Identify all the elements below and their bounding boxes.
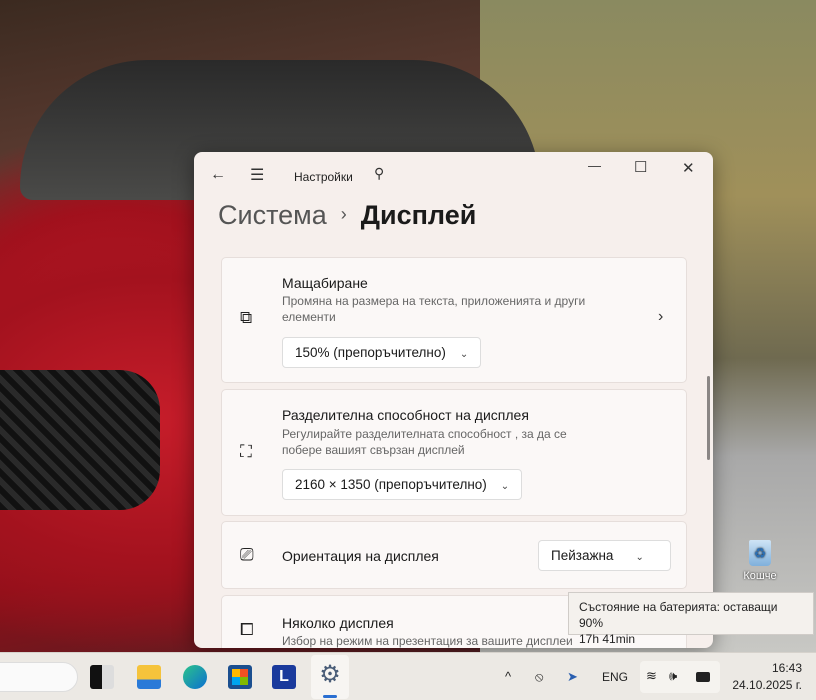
page-title: Дисплей (360, 200, 477, 230)
orientation-title: Ориентация на дисплея (282, 548, 439, 564)
breadcrumb-system[interactable]: Система (218, 200, 327, 230)
app-title: Настройки (294, 170, 353, 184)
multiple-displays-icon: ⧠ (240, 620, 254, 639)
tooltip-line1: Състояние на батерията: оставащи 90% (579, 600, 778, 630)
clock-time: 16:43 (771, 661, 802, 675)
settings-taskbar-button[interactable]: ⚙ (311, 655, 349, 699)
back-icon[interactable]: ← (210, 166, 226, 184)
show-hidden-icons-chevron-icon[interactable]: ^ (505, 669, 511, 684)
orientation-value: Пейзажна (551, 548, 614, 563)
scrollbar[interactable] (707, 376, 710, 460)
breadcrumb: Система › Дисплей (218, 200, 476, 231)
recycle-bin-shortcut[interactable]: ♻ Кошче (738, 540, 782, 582)
resolution-title: Разделителна способност на дисплея (282, 407, 529, 423)
maximize-button[interactable]: ☐ (634, 158, 647, 176)
scaling-dropdown[interactable]: 150% (препоръчително) ⌄ (282, 337, 482, 368)
close-button[interactable]: ✕ (682, 159, 695, 177)
recycle-bin-label: Кошче (743, 570, 777, 582)
language-indicator[interactable]: ENG (602, 670, 628, 684)
clock-date: 24.10.2025 г. (732, 678, 802, 692)
scaling-value: 150% (препоръчително) (295, 345, 446, 360)
edge-icon[interactable] (183, 665, 207, 689)
resolution-card: ⛶ Разделителна способност на дисплея Рег… (221, 389, 687, 516)
scaling-title: Мащабиране (282, 275, 368, 291)
task-view-icon[interactable] (90, 665, 114, 689)
settings-window: ← ☰ Настройки ⚲ — ☐ ✕ Система › Дисплей ⧉ … (194, 152, 713, 648)
menu-icon[interactable]: ☰ (250, 165, 264, 185)
tooltip-line2: 17h 41min (579, 632, 636, 646)
gear-icon: ⚙ (319, 661, 341, 688)
search-icon[interactable]: ⚲ (374, 165, 384, 182)
quick-settings-button[interactable]: ≋ 🕪 (640, 661, 720, 693)
store-icon[interactable] (228, 665, 252, 689)
wallpaper-grille (0, 370, 160, 510)
resolution-value: 2160 × 1350 (препоръчително) (295, 477, 487, 492)
chevron-down-icon: ⌄ (635, 552, 644, 563)
minimize-button[interactable]: — (588, 158, 601, 173)
volume-icon: 🕪 (669, 668, 678, 683)
scale-icon: ⧉ (240, 308, 253, 327)
title-bar: ← ☰ Настройки ⚲ — ☐ ✕ (194, 152, 713, 196)
chevron-right-icon[interactable]: › (658, 308, 663, 326)
battery-tooltip: Състояние на батерията: оставащи 90% 17h… (568, 592, 814, 646)
battery-icon (696, 672, 710, 682)
orientation-icon: ⎚ (240, 545, 254, 564)
multiple-displays-title: Няколко дисплея (282, 615, 394, 631)
scaling-card[interactable]: ⧉ Мащабиране Промяна на размера на текст… (221, 257, 687, 383)
location-icon[interactable]: ➤ (567, 669, 578, 685)
l-app-icon[interactable]: L (272, 665, 296, 689)
active-indicator (323, 695, 337, 698)
resolution-icon: ⛶ (240, 442, 252, 461)
wifi-icon: ≋ (646, 668, 657, 683)
taskbar-search-box[interactable] (0, 662, 78, 692)
taskbar: L ⚙ ^ ⦸ ➤ ENG ≋ 🕪 16:43 24.10.2025 г. (0, 652, 816, 700)
scaling-desc: Промяна на размера на текста, приложения… (282, 294, 586, 324)
resolution-desc: Регулирайте разделителната способност , … (282, 427, 567, 457)
resolution-dropdown[interactable]: 2160 × 1350 (препоръчително) ⌄ (282, 469, 523, 500)
orientation-dropdown[interactable]: Пейзажна ⌄ (538, 540, 671, 571)
notifications-off-icon[interactable]: ⦸ (535, 669, 543, 685)
clock[interactable]: 16:43 24.10.2025 г. (732, 660, 802, 694)
chevron-down-icon: ⌄ (500, 481, 510, 492)
breadcrumb-separator: › (340, 204, 347, 224)
file-explorer-icon[interactable] (137, 665, 161, 689)
orientation-card: ⎚ Ориентация на дисплея Пейзажна ⌄ (221, 521, 687, 589)
chevron-down-icon: ⌄ (459, 349, 469, 360)
recycle-bin-icon: ♻ (749, 540, 771, 566)
